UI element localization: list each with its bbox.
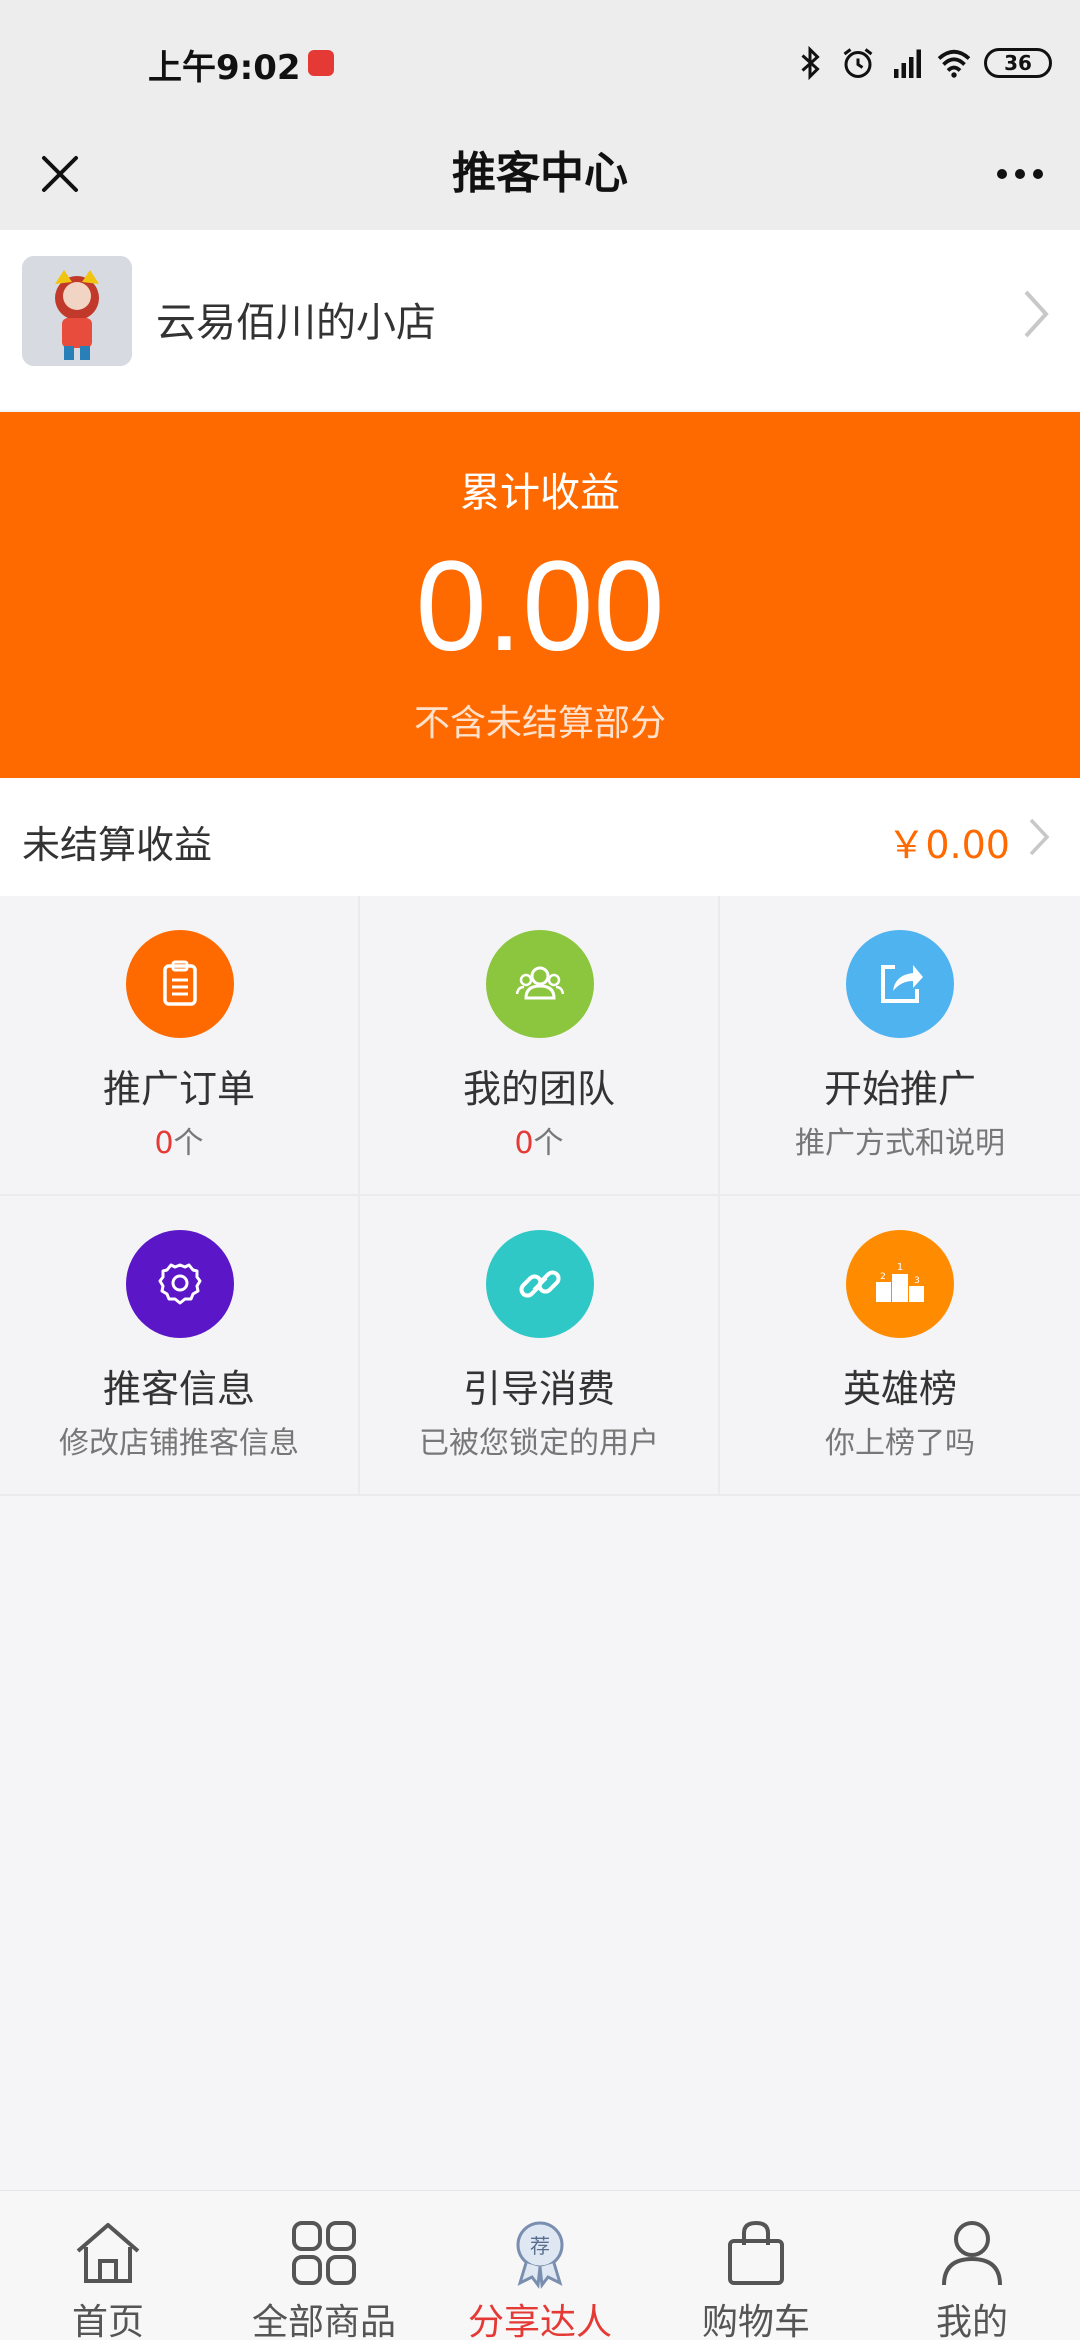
icon-circle bbox=[846, 930, 954, 1038]
icon-circle bbox=[126, 930, 234, 1038]
grid-item-title: 推广订单 bbox=[102, 1067, 255, 1111]
grid-item-start-promotion[interactable]: 开始推广 推广方式和说明 bbox=[720, 896, 1080, 1196]
bottom-tab-bar: 首页 全部商品 荐 分享达人 购物车 我的 bbox=[0, 2190, 1080, 2340]
clipboard-icon bbox=[163, 960, 197, 1006]
tab-label: 全部商品 bbox=[251, 2302, 396, 2340]
grid-item-title: 英雄榜 bbox=[842, 1367, 957, 1411]
earnings-banner: 累计收益 0.00 不含未结算部分 bbox=[0, 412, 1080, 778]
unsettled-earnings-row[interactable]: 未结算收益 ￥0.00 bbox=[0, 778, 1080, 896]
tab-label: 购物车 bbox=[701, 2302, 810, 2340]
recommend-badge-icon: 荐 bbox=[516, 2221, 564, 2289]
tab-home[interactable]: 首页 bbox=[0, 2191, 216, 2340]
bluetooth-icon bbox=[801, 45, 820, 81]
shop-avatar bbox=[22, 256, 132, 366]
share-icon bbox=[881, 965, 923, 1003]
alarm-icon bbox=[843, 48, 873, 78]
status-icons: 36 bbox=[792, 38, 1052, 88]
tab-label: 我的 bbox=[935, 2302, 1008, 2340]
grid-item-title: 推客信息 bbox=[102, 1367, 255, 1411]
icon-circle bbox=[126, 1230, 234, 1338]
user-icon bbox=[942, 2221, 1002, 2286]
chevron-right-icon bbox=[1024, 290, 1049, 338]
grid-item-subtitle: 推广方式和说明 bbox=[795, 1126, 1005, 1161]
team-count: 0 bbox=[514, 1126, 534, 1161]
wifi-icon bbox=[937, 49, 971, 78]
feature-grid: 推广订单 0个 我的团队 0个 开始推广 推广方式和说明 推客信息 修改店铺推客… bbox=[0, 896, 1080, 1496]
order-count: 0 bbox=[154, 1126, 174, 1161]
tab-share-expert[interactable]: 荐 分享达人 bbox=[432, 2191, 648, 2340]
team-icon bbox=[515, 966, 565, 1000]
svg-text:3: 3 bbox=[914, 1276, 920, 1286]
grid-item-subtitle: 修改店铺推客信息 bbox=[59, 1426, 299, 1461]
grid-item-promoter-info[interactable]: 推客信息 修改店铺推客信息 bbox=[0, 1196, 360, 1496]
grid-item-my-team[interactable]: 我的团队 0个 bbox=[360, 896, 720, 1196]
grid-item-title: 我的团队 bbox=[462, 1067, 615, 1111]
grid-item-leaderboard[interactable]: 1 2 3 英雄榜 你上榜了吗 bbox=[720, 1196, 1080, 1496]
shop-mascot-image bbox=[22, 256, 132, 366]
grid-item-title: 开始推广 bbox=[823, 1067, 976, 1111]
earnings-note: 不含未结算部分 bbox=[413, 703, 666, 744]
grid-item-guided-spending[interactable]: 引导消费 已被您锁定的用户 bbox=[360, 1196, 720, 1496]
svg-text:1: 1 bbox=[897, 1262, 903, 1273]
shopping-bag-icon bbox=[728, 2220, 784, 2285]
svg-text:2: 2 bbox=[880, 1272, 886, 1282]
signal-icon bbox=[894, 49, 921, 78]
tab-label: 分享达人 bbox=[467, 2302, 612, 2340]
link-icon bbox=[519, 1270, 561, 1298]
more-icon[interactable] bbox=[988, 142, 1052, 206]
count-unit: 个 bbox=[173, 1126, 204, 1161]
gear-icon bbox=[158, 1263, 202, 1305]
count-unit: 个 bbox=[533, 1126, 564, 1161]
grid-item-title: 引导消费 bbox=[462, 1367, 615, 1411]
status-bar: 上午9:02 36 bbox=[0, 0, 1080, 120]
icon-circle: 1 2 3 bbox=[846, 1230, 954, 1338]
grid-item-promotion-orders[interactable]: 推广订单 0个 bbox=[0, 896, 360, 1196]
shop-name: 云易佰川的小店 bbox=[156, 300, 436, 346]
unsettled-label: 未结算收益 bbox=[22, 823, 213, 867]
grid-item-subtitle: 已被您锁定的用户 bbox=[419, 1426, 659, 1461]
page-title: 推客中心 bbox=[452, 148, 628, 199]
chevron-right-icon bbox=[1029, 818, 1050, 856]
tab-cart[interactable]: 购物车 bbox=[648, 2191, 864, 2340]
grid-item-subtitle: 你上榜了吗 bbox=[825, 1426, 975, 1461]
grid-icon bbox=[292, 2221, 356, 2285]
nav-bar: 推客中心 bbox=[0, 120, 1080, 230]
battery-indicator: 36 bbox=[984, 48, 1052, 78]
svg-text:荐: 荐 bbox=[530, 2234, 550, 2258]
home-icon bbox=[76, 2223, 140, 2283]
icon-circle bbox=[486, 1230, 594, 1338]
tab-mine[interactable]: 我的 bbox=[864, 2191, 1080, 2340]
earnings-label: 累计收益 bbox=[460, 470, 620, 516]
tab-label: 首页 bbox=[71, 2302, 144, 2340]
icon-circle bbox=[486, 930, 594, 1038]
tab-all-products[interactable]: 全部商品 bbox=[216, 2191, 432, 2340]
earnings-amount: 0.00 bbox=[415, 535, 665, 678]
shop-row[interactable]: 云易佰川的小店 bbox=[0, 230, 1080, 410]
grid-item-count: 0个 bbox=[360, 1118, 718, 1162]
unsettled-value: ￥0.00 bbox=[887, 823, 1010, 867]
notification-icon bbox=[308, 50, 334, 76]
grid-item-count: 0个 bbox=[0, 1118, 358, 1162]
status-time: 上午9:02 bbox=[148, 48, 301, 88]
podium-icon: 1 2 3 bbox=[876, 1262, 924, 1302]
